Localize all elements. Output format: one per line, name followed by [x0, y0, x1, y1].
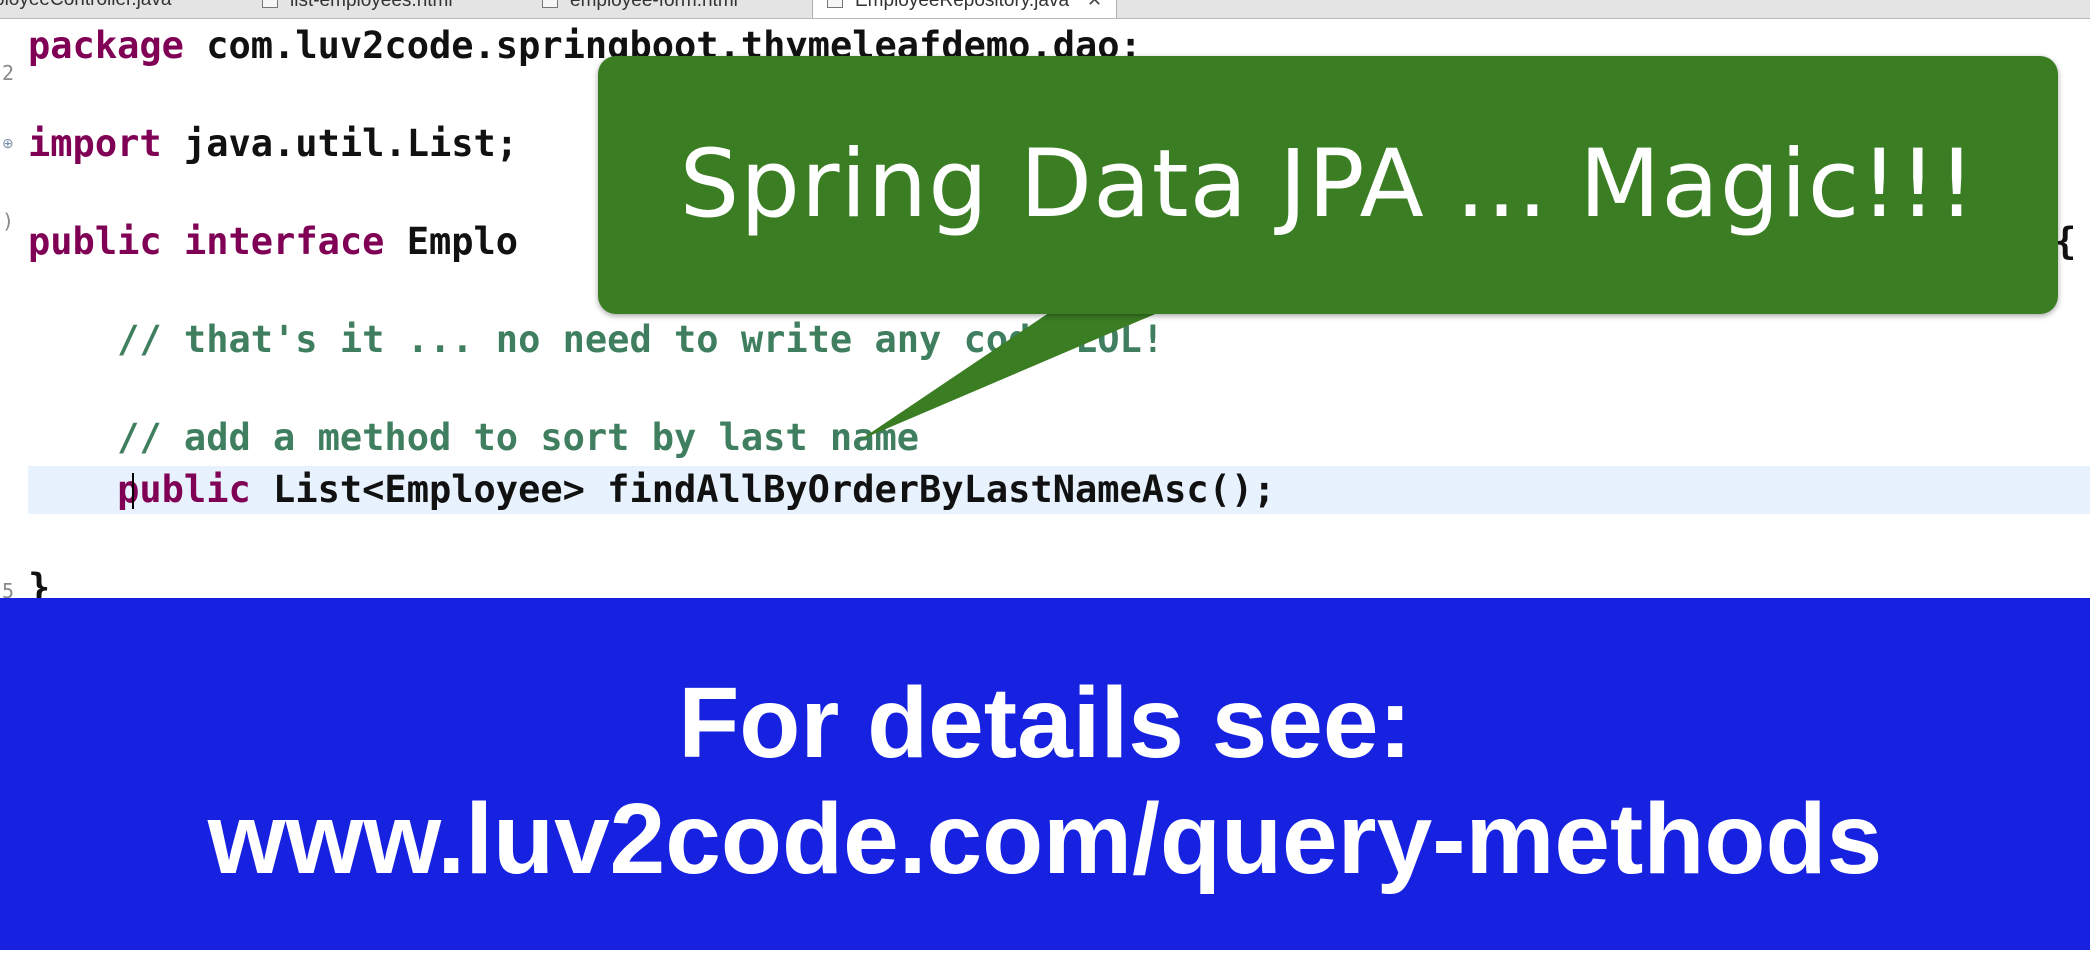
tab-employee-controller[interactable]: ployeeController.java: [0, 0, 171, 16]
callout-bubble: Spring Data JPA ... Magic!!!: [598, 56, 2058, 314]
java-file-icon: [827, 0, 843, 8]
keyword-public: public: [28, 220, 162, 263]
keyword-public: public: [117, 468, 251, 511]
tab-label: employee-form.html: [570, 0, 738, 11]
code-line-import: import java.util.List;: [28, 120, 518, 168]
screen: ployeeController.java list-employees.htm…: [0, 0, 2090, 980]
keyword-interface: interface: [183, 220, 385, 263]
tab-employee-form[interactable]: employee-form.html: [542, 0, 738, 16]
keyword-package: package: [28, 24, 184, 67]
text-caret: [132, 473, 134, 509]
code-comment-sort-method: // add a method to sort by last name: [28, 416, 920, 459]
code-line-interface: public interface Emplo: [28, 218, 518, 266]
tab-label: list-employees.html: [290, 0, 453, 11]
banner-heading: For details see:: [678, 667, 1412, 779]
tab-label: ployeeController.java: [0, 0, 171, 10]
code-comment-no-code: // that's it ... no need to write any co…: [28, 318, 1165, 361]
tab-employee-repository[interactable]: EmployeeRepository.java ✕: [812, 0, 1118, 18]
method-signature: List<Employee> findAllByOrderByLastNameA…: [250, 468, 1276, 511]
html-file-icon: [542, 0, 558, 8]
editor-tab-bar: ployeeController.java list-employees.htm…: [0, 0, 2090, 19]
import-path: java.util.List;: [161, 122, 519, 165]
tab-label: EmployeeRepository.java: [855, 0, 1070, 11]
interface-name: Emplo: [384, 220, 519, 263]
banner-link[interactable]: www.luv2code.com/query-methods: [0, 782, 2090, 897]
line-number-stub: 2: [2, 61, 15, 85]
tab-list-employees[interactable]: list-employees.html: [262, 0, 453, 16]
keyword-import: import: [28, 122, 162, 165]
callout-text: Spring Data JPA ... Magic!!!: [679, 130, 1977, 239]
close-icon[interactable]: ✕: [1087, 0, 1102, 10]
bottom-strip: [0, 950, 2090, 980]
code-line-method: public List<Employee> findAllByOrderByLa…: [28, 466, 1275, 514]
html-file-icon: [262, 0, 278, 8]
line-number-stub: ): [2, 209, 15, 233]
fold-expand-icon[interactable]: ⊕: [2, 136, 16, 150]
details-banner: For details see: www.luv2code.com/query-…: [0, 598, 2090, 950]
